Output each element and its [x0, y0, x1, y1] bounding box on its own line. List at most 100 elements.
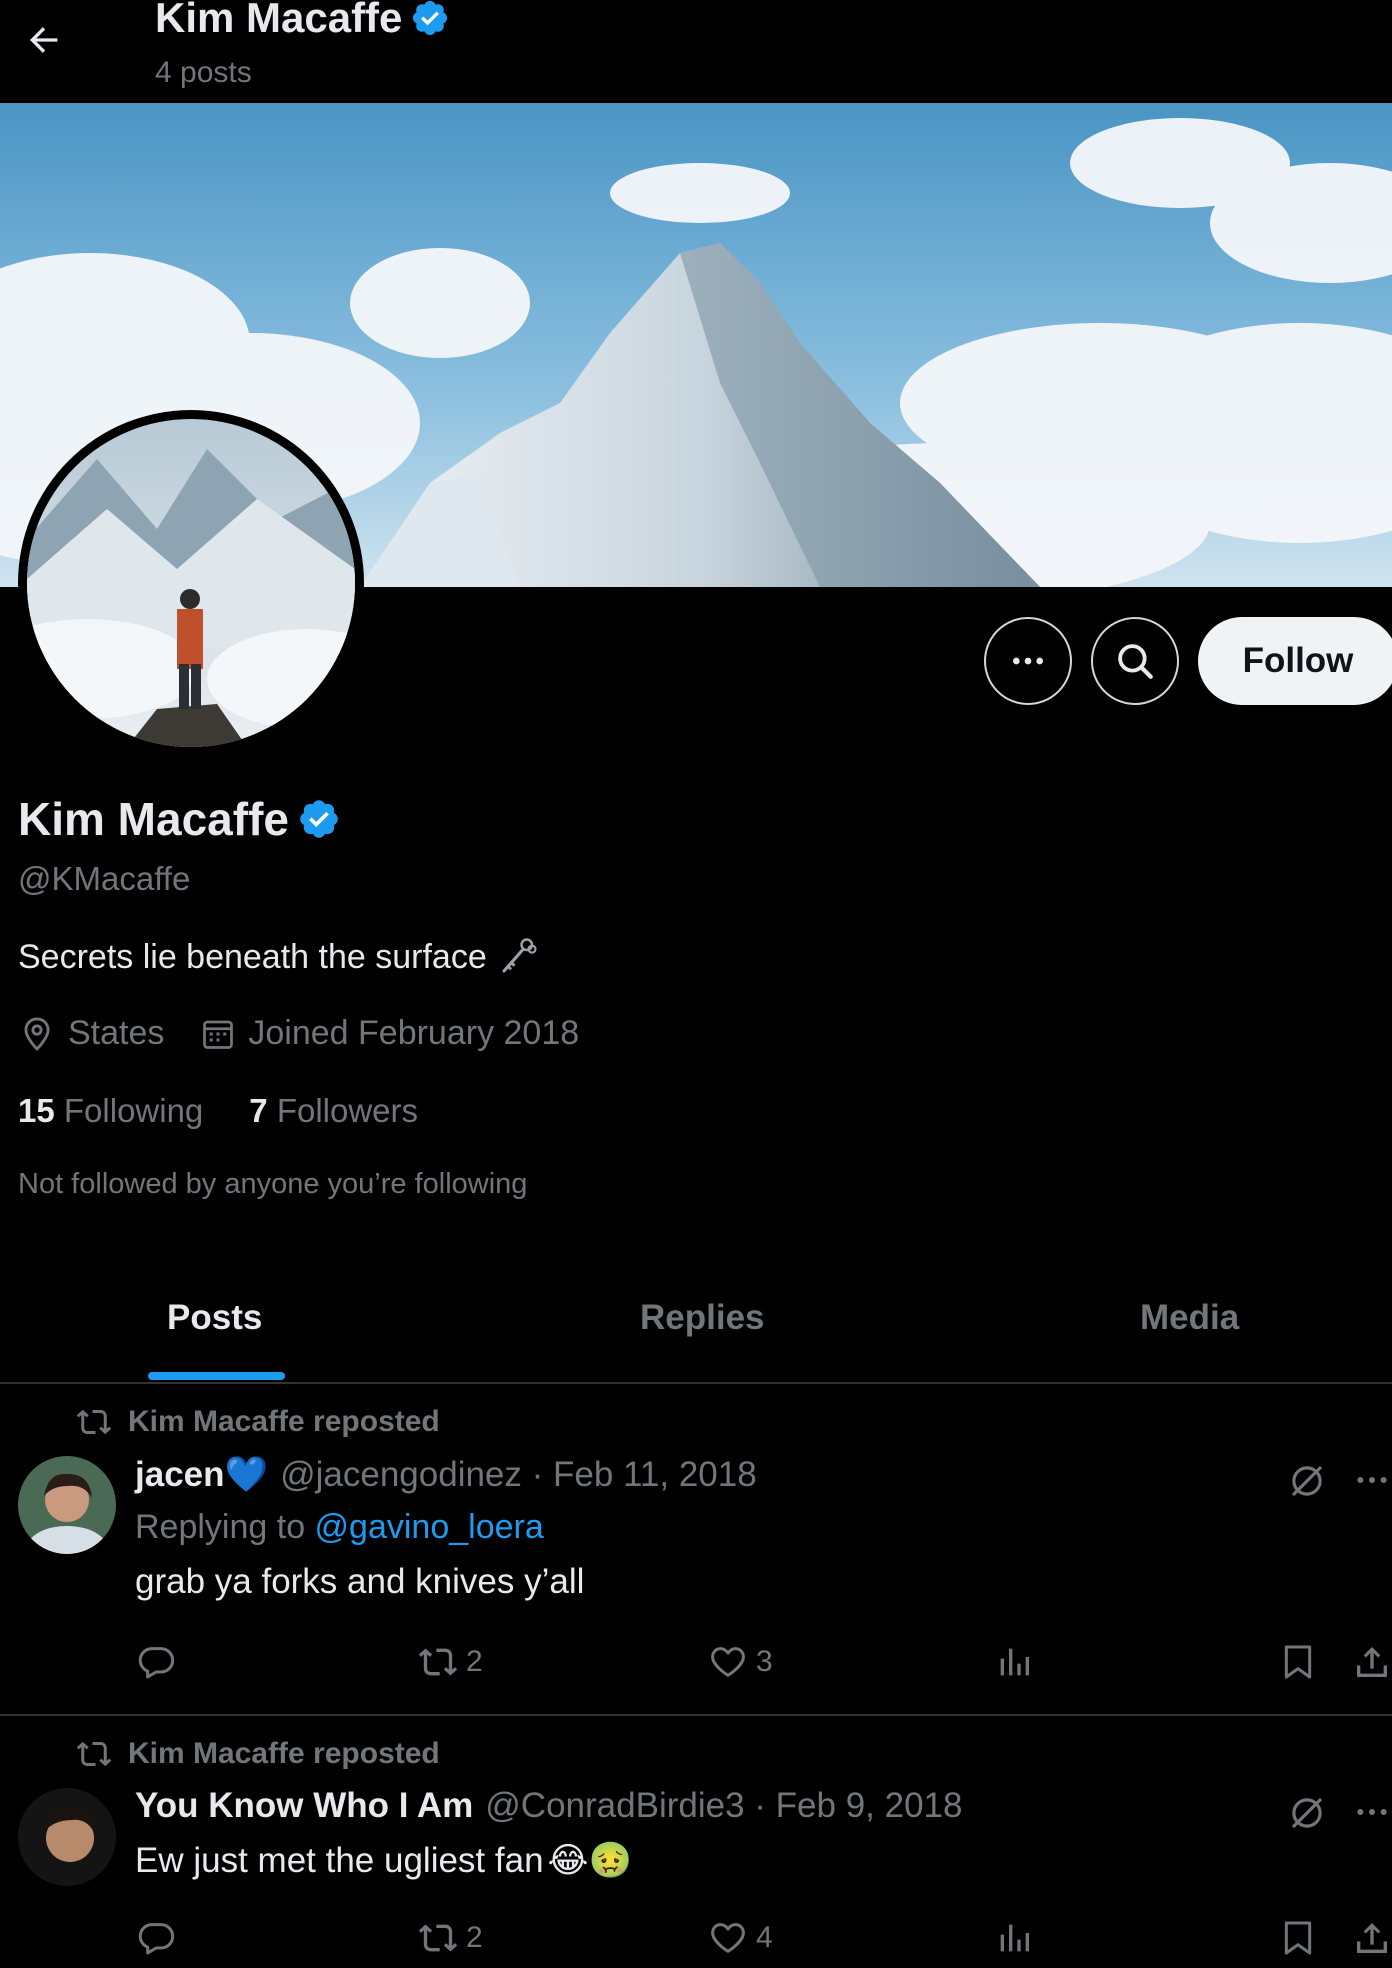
heart-icon	[711, 1923, 745, 1953]
post-handle-date[interactable]: @jacengodinez · Feb 11, 2018	[280, 1455, 757, 1495]
location-pin-icon	[24, 1017, 50, 1051]
verified-badge-icon[interactable]	[297, 797, 341, 841]
heart-icon	[711, 1647, 745, 1677]
analytics-icon	[1000, 1924, 1029, 1952]
avatar-image	[18, 1456, 116, 1554]
like-count: 4	[756, 1921, 773, 1954]
more-icon[interactable]	[1352, 1460, 1392, 1500]
repost-icon	[418, 1648, 458, 1676]
views-button[interactable]	[994, 1642, 1034, 1682]
following-link[interactable]: 15 Following	[18, 1092, 203, 1130]
repost-count: 2	[466, 1645, 483, 1678]
join-date-text: Joined February 2018	[248, 1014, 580, 1052]
post-author-name[interactable]: jacen	[135, 1455, 225, 1495]
post-text: grab ya forks and knives y’all	[135, 1562, 584, 1602]
followers-link[interactable]: 7 Followers	[249, 1092, 418, 1130]
repost-button[interactable]: 2	[418, 1642, 483, 1682]
reply-icon	[138, 1647, 175, 1679]
search-profile-button[interactable]	[1091, 617, 1179, 705]
post-text-content: Ew just met the ugliest fan	[135, 1840, 544, 1880]
more-icon[interactable]	[1352, 1792, 1392, 1832]
post-handle-date[interactable]: @ConradBirdie3 · Feb 9, 2018	[485, 1786, 962, 1826]
share-icon	[1357, 1647, 1387, 1677]
verified-badge-icon	[413, 0, 448, 36]
grok-icon[interactable]	[1286, 1460, 1328, 1502]
profile-handle: @KMacaffe	[18, 860, 191, 897]
profile-meta: States Joined February 2018	[18, 1014, 615, 1053]
top-bar: Kim Macaffe 4 posts	[0, 0, 1392, 103]
location: States	[18, 1014, 164, 1053]
calendar-icon	[203, 1020, 234, 1049]
avatar-image	[18, 1788, 116, 1886]
grok-icon[interactable]	[1286, 1792, 1328, 1834]
post-header: jacen 💙 @jacengodinez · Feb 11, 2018	[135, 1454, 757, 1495]
like-button[interactable]: 4	[708, 1918, 773, 1958]
repost-indicator: Kim Macaffe reposted	[76, 1404, 440, 1440]
post-header: You Know Who I Am @ConradBirdie3 · Feb 9…	[135, 1786, 962, 1826]
profile-avatar[interactable]	[18, 410, 364, 756]
post-item[interactable]: Kim Macaffe reposted jacen 💙 @jacengodin…	[0, 1386, 1392, 1716]
bookmark-button[interactable]	[1278, 1642, 1318, 1682]
following-label: Following	[63, 1092, 204, 1129]
join-date: Joined February 2018	[200, 1014, 579, 1053]
header-title: Kim Macaffe	[155, 0, 450, 42]
profile-tabs: Posts Replies Media	[0, 1280, 1392, 1384]
views-button[interactable]	[994, 1918, 1034, 1958]
post-actions: 2 3	[0, 1642, 1392, 1692]
bookmark-icon	[1284, 1921, 1312, 1955]
key-icon	[502, 938, 537, 973]
bio-text: Secrets lie beneath the surface	[18, 937, 487, 976]
repost-icon	[418, 1924, 458, 1952]
bookmark-button[interactable]	[1278, 1918, 1318, 1958]
replying-to-prefix: Replying to	[135, 1508, 315, 1546]
profile-name-text: Kim Macaffe	[18, 793, 289, 845]
following-count: 15	[18, 1092, 55, 1129]
repost-label: Kim Macaffe reposted	[128, 1737, 440, 1770]
replying-to: Replying to @gavino_loera	[135, 1508, 544, 1547]
post-author-name[interactable]: You Know Who I Am	[135, 1786, 473, 1826]
avatar-image	[27, 419, 355, 747]
follow-stats: 15 Following 7 Followers	[18, 1092, 418, 1130]
tab-posts[interactable]: Posts	[167, 1298, 262, 1338]
replying-to-handle[interactable]: @gavino_loera	[315, 1508, 544, 1546]
share-button[interactable]	[1352, 1642, 1392, 1682]
bookmark-icon	[1284, 1645, 1312, 1679]
tab-media[interactable]: Media	[1140, 1298, 1239, 1338]
post-text-content: grab ya forks and knives y’all	[135, 1562, 585, 1601]
blue-heart-emoji: 💙	[224, 1455, 269, 1494]
post-text: Ew just met the ugliest fan 😂🤢	[135, 1840, 632, 1881]
header-title-text: Kim Macaffe	[155, 0, 403, 41]
more-options-button[interactable]	[984, 617, 1072, 705]
share-icon	[1357, 1923, 1387, 1953]
reply-button[interactable]	[136, 1918, 176, 1958]
active-tab-indicator	[148, 1372, 285, 1380]
profile-name: Kim Macaffe	[18, 792, 341, 846]
share-button[interactable]	[1352, 1918, 1392, 1958]
followers-count: 7	[249, 1092, 268, 1129]
follow-button[interactable]: Follow	[1198, 617, 1392, 705]
post-author-avatar[interactable]	[18, 1788, 116, 1886]
repost-icon	[76, 1409, 112, 1435]
post-author-avatar[interactable]	[18, 1456, 116, 1554]
post-count: 4 posts	[155, 56, 252, 89]
repost-icon	[76, 1741, 112, 1767]
tab-replies[interactable]: Replies	[640, 1298, 765, 1338]
repost-button[interactable]: 2	[418, 1918, 483, 1958]
profile-bio: Secrets lie beneath the surface	[18, 936, 539, 978]
repost-indicator: Kim Macaffe reposted	[76, 1736, 440, 1772]
more-icon	[1013, 657, 1043, 665]
reply-icon	[138, 1923, 175, 1955]
repost-label: Kim Macaffe reposted	[128, 1405, 440, 1438]
reply-button[interactable]	[136, 1642, 176, 1682]
like-button[interactable]: 3	[708, 1642, 773, 1682]
search-icon	[1118, 644, 1153, 679]
post-actions: 2 4	[0, 1918, 1392, 1968]
repost-count: 2	[466, 1921, 483, 1954]
emoji-laughing-nauseated: 😂🤢	[547, 1841, 633, 1880]
back-arrow-icon[interactable]	[22, 20, 66, 60]
followers-label: Followers	[276, 1092, 419, 1129]
location-text: States	[68, 1014, 165, 1052]
analytics-icon	[1000, 1648, 1029, 1676]
post-item[interactable]: Kim Macaffe reposted You Know Who I Am @…	[0, 1718, 1392, 1968]
mutual-followers-note: Not followed by anyone you’re following	[18, 1168, 528, 1200]
